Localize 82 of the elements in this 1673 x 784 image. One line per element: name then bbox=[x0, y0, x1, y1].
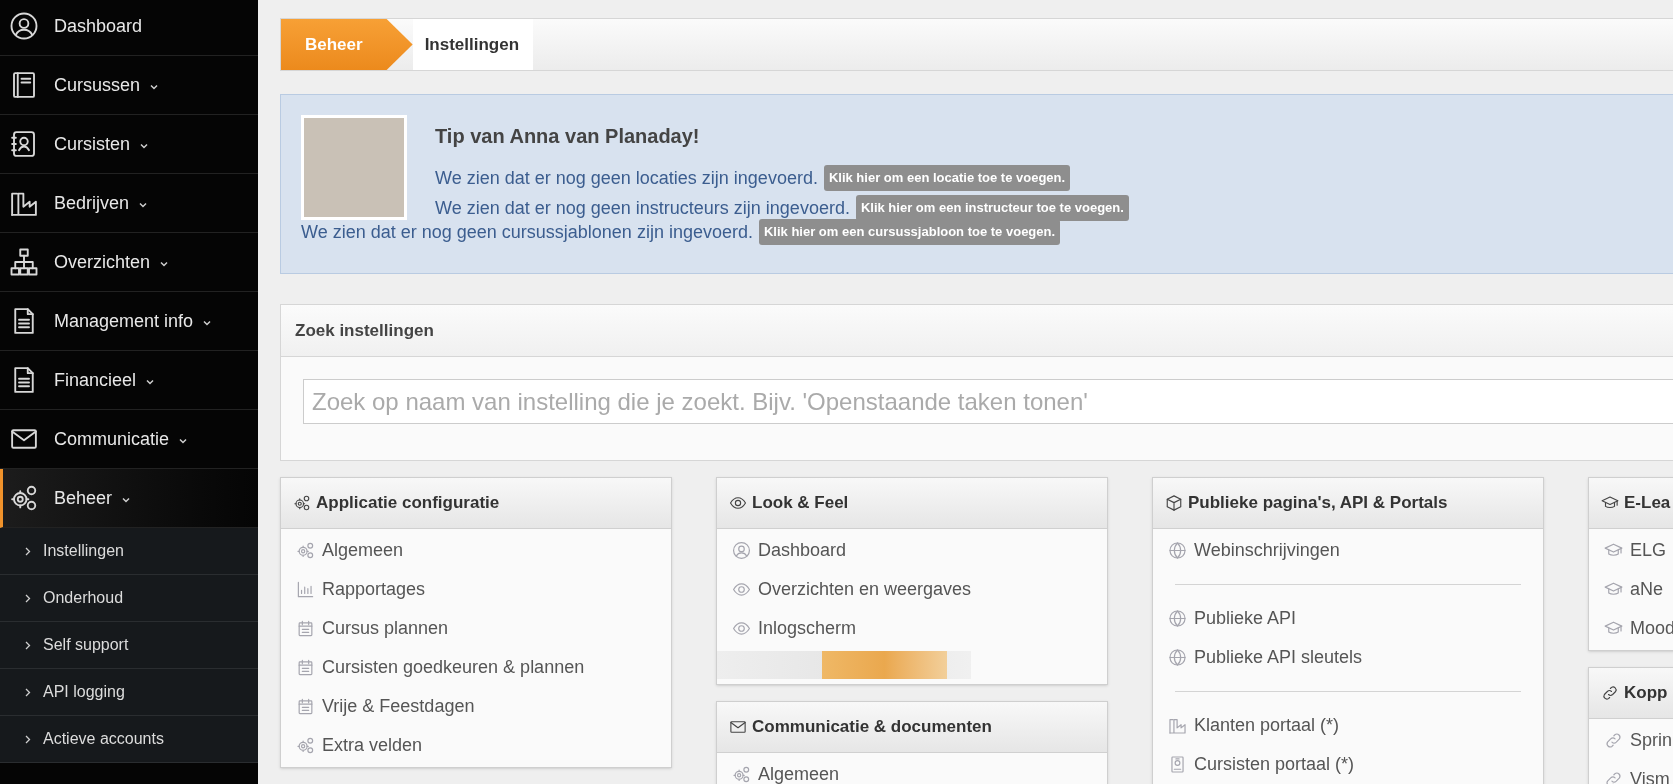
settings-link[interactable]: Publieke API sleutels bbox=[1153, 638, 1543, 677]
chevron-icon bbox=[25, 640, 31, 650]
calendar-icon bbox=[296, 619, 315, 638]
settings-link[interactable]: Inlogscherm bbox=[717, 609, 1107, 648]
settings-link[interactable]: ELG bbox=[1589, 531, 1673, 570]
bar-chart-icon bbox=[296, 580, 315, 599]
chevron-icon bbox=[25, 593, 31, 603]
user-icon bbox=[9, 11, 39, 41]
globe-icon bbox=[1168, 541, 1187, 560]
calendar-icon bbox=[296, 697, 315, 716]
calendar-icon bbox=[296, 658, 315, 677]
settings-link[interactable]: Klanten portaal (*) bbox=[1153, 706, 1543, 745]
card-title: Applicatie configuratie bbox=[316, 492, 500, 515]
chevron-icon bbox=[25, 687, 31, 697]
settings-link[interactable]: aNe bbox=[1589, 570, 1673, 609]
gears-icon bbox=[732, 765, 751, 784]
settings-link[interactable]: Rapportages bbox=[281, 570, 671, 609]
search-field[interactable]: Zoek op naam van instelling die je zoekt. Bijv. 'Openstaande taken tonen' bbox=[303, 379, 1673, 424]
globe-icon bbox=[1168, 648, 1187, 667]
settings-link[interactable]: Cursus plannen bbox=[281, 609, 671, 648]
globe-icon bbox=[1168, 609, 1187, 628]
user-icon bbox=[732, 541, 751, 560]
caret-icon bbox=[159, 259, 170, 269]
factory-icon bbox=[1168, 716, 1187, 735]
gears-icon bbox=[296, 736, 315, 755]
eye-icon bbox=[729, 494, 747, 512]
gears-icon bbox=[293, 494, 311, 512]
sidebar-item[interactable]: Bedrijven bbox=[0, 174, 258, 233]
eye-icon bbox=[732, 580, 751, 599]
breadcrumb-page: Instellingen bbox=[412, 19, 534, 70]
sitemap-icon bbox=[9, 247, 39, 277]
gears-icon bbox=[9, 483, 39, 513]
settings-link[interactable]: Overzichten en weergaves bbox=[717, 570, 1107, 609]
card-title: E-Lea bbox=[1624, 492, 1671, 515]
settings-link[interactable]: Algemeen bbox=[281, 531, 671, 570]
tip-text: We zien dat er nog geen instructeurs zijn ingevoerd. bbox=[435, 196, 850, 220]
submenu-item[interactable]: Actieve accounts bbox=[0, 716, 258, 763]
submenu-item[interactable]: Self support bbox=[0, 622, 258, 669]
settings-link[interactable]: Webinschrijvingen bbox=[1153, 531, 1543, 570]
eye-icon bbox=[732, 619, 751, 638]
chevron-icon bbox=[25, 734, 31, 744]
caret-icon bbox=[121, 495, 132, 505]
submenu-item[interactable]: API logging bbox=[0, 669, 258, 716]
sidebar-item[interactable]: Dashboard bbox=[0, 0, 258, 56]
submenu-item[interactable]: Onderhoud bbox=[0, 575, 258, 622]
link-icon bbox=[1601, 684, 1619, 702]
settings-link[interactable]: Cursisten portaal (*) bbox=[1153, 745, 1543, 784]
tip-text: We zien dat er nog geen cursussjablonen zijn ingevoerd. bbox=[301, 220, 753, 244]
sidebar-item[interactable]: Cursisten bbox=[0, 115, 258, 174]
cube-icon bbox=[1165, 494, 1183, 512]
caret-icon bbox=[145, 377, 156, 387]
caret-icon bbox=[138, 200, 149, 210]
sidebar-item[interactable]: Overzichten bbox=[0, 233, 258, 292]
submenu-item[interactable]: Instellingen bbox=[0, 528, 258, 575]
settings-link[interactable]: Vrije & Feestdagen bbox=[281, 687, 671, 726]
chevron-icon bbox=[25, 546, 31, 556]
caret-icon bbox=[202, 318, 213, 328]
settings-link[interactable]: Algemeen bbox=[717, 755, 1107, 784]
sidebar-item[interactable]: Beheer bbox=[0, 469, 258, 528]
sidebar-item[interactable]: Financieel bbox=[0, 351, 258, 410]
settings-link[interactable]: Dashboard bbox=[717, 531, 1107, 570]
caret-icon bbox=[178, 436, 189, 446]
card-title: Communicatie & documenten bbox=[752, 716, 992, 739]
settings-link[interactable]: Publieke API bbox=[1153, 599, 1543, 638]
gears-icon bbox=[296, 541, 315, 560]
envelope-icon bbox=[729, 718, 747, 736]
caret-icon bbox=[139, 141, 150, 151]
sidebar-item[interactable]: Management info bbox=[0, 292, 258, 351]
card-title: Kopp bbox=[1624, 682, 1668, 705]
settings-link[interactable]: Cursisten goedkeuren & plannen bbox=[281, 648, 671, 687]
settings-link[interactable]: Extra velden bbox=[281, 726, 671, 765]
settings-link[interactable]: Sprin bbox=[1589, 721, 1673, 760]
tip-text: We zien dat er nog geen locaties zijn ingevoerd. bbox=[435, 166, 818, 190]
link-icon bbox=[1604, 770, 1623, 784]
settings-link[interactable]: Mood bbox=[1589, 609, 1673, 648]
id-badge-icon bbox=[1168, 755, 1187, 774]
tip-title: Tip van Anna van Planaday! bbox=[435, 124, 701, 149]
sidebar-item[interactable]: Cursussen bbox=[0, 56, 258, 115]
caret-icon bbox=[149, 82, 160, 92]
card-title: Publieke pagina's, API & Portals bbox=[1188, 492, 1448, 515]
link-icon bbox=[1604, 731, 1623, 750]
card-title: Look & Feel bbox=[752, 492, 849, 515]
